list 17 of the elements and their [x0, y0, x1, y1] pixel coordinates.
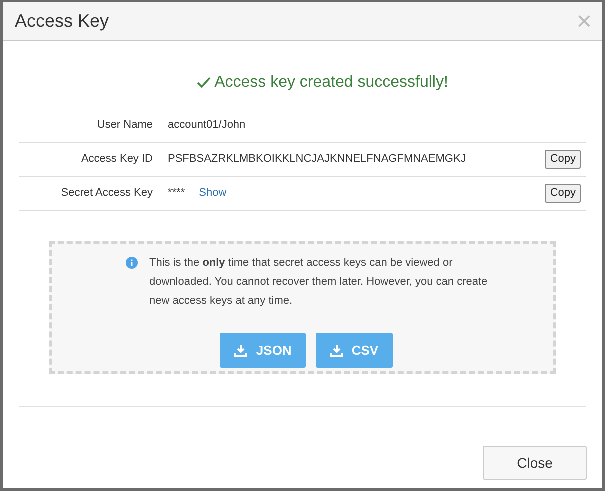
success-message: Access key created successfully! — [214, 73, 448, 93]
download-icon — [330, 344, 344, 358]
notice-text: This is the only time that secret access keys can be viewed or downloaded. You cannot recover them later. However, you can create new access keys at any time. — [150, 256, 489, 309]
dialog-title: Access Key — [15, 10, 110, 33]
close-button[interactable]: Close — [483, 446, 587, 480]
show-link[interactable]: Show — [199, 185, 227, 202]
field-value: PSFBSAZRKLMBKOIKKLNCJAJKNNELFNAGFMNAEMGKJ — [168, 152, 466, 168]
info-icon — [126, 257, 138, 269]
download-icon — [234, 344, 248, 358]
field-label: User Name — [96, 118, 153, 134]
field-label: Secret Access Key — [60, 186, 153, 202]
check-icon — [196, 77, 211, 89]
copy-button[interactable]: Copy — [545, 150, 581, 169]
field-value: **** — [168, 186, 186, 202]
copy-button[interactable]: Copy — [545, 184, 581, 203]
field-label: Access Key ID — [80, 152, 153, 168]
field-value: account01/John — [168, 118, 246, 134]
